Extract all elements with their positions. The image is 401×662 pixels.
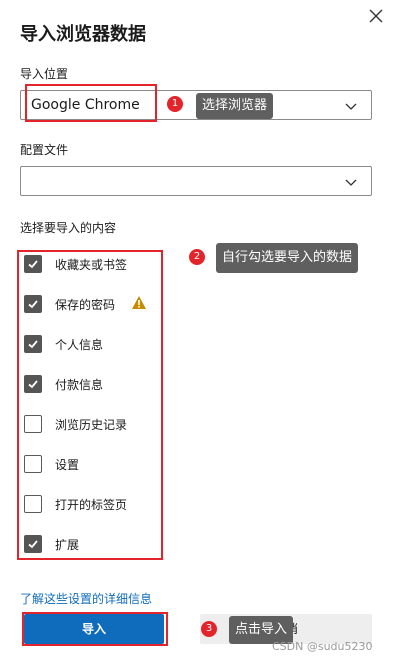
profile-label: 配置文件	[20, 143, 69, 157]
highlight-box-import	[22, 612, 168, 646]
import-from-label: 导入位置	[20, 67, 69, 81]
highlight-box-items	[17, 250, 163, 560]
profile-select[interactable]	[20, 166, 372, 196]
watermark: CSDN @sudu5230	[272, 640, 373, 653]
chevron-down-icon	[345, 179, 357, 186]
dialog-title: 导入浏览器数据	[20, 24, 146, 45]
chevron-down-icon	[345, 103, 357, 110]
annotation-badge-1: 1	[167, 96, 183, 112]
highlight-box-browser	[25, 84, 157, 122]
choose-content-label: 选择要导入的内容	[20, 221, 117, 235]
learn-more-link[interactable]: 了解这些设置的详细信息	[20, 590, 152, 607]
close-icon[interactable]	[366, 6, 386, 26]
annotation-callout-1: 选择浏览器	[196, 93, 274, 119]
annotation-callout-2: 自行勾选要导入的数据	[216, 243, 359, 273]
annotation-badge-2: 2	[189, 249, 205, 265]
annotation-badge-3: 3	[201, 621, 217, 637]
